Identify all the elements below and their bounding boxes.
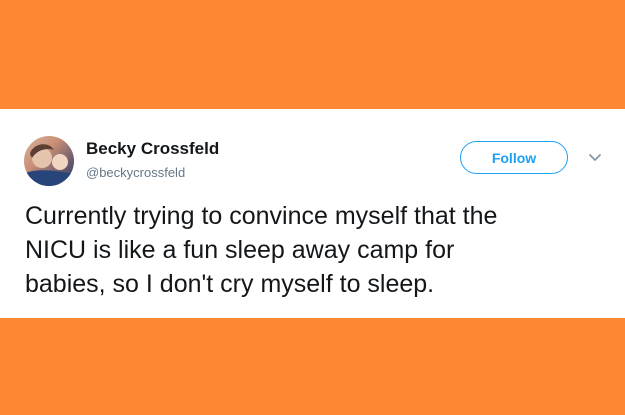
page-background: Becky Crossfeld @beckycrossfeld Follow C… bbox=[0, 0, 625, 415]
chevron-down-icon[interactable] bbox=[588, 153, 602, 163]
tweet-card: Becky Crossfeld @beckycrossfeld Follow C… bbox=[0, 109, 625, 318]
author-handle[interactable]: @beckycrossfeld bbox=[86, 165, 185, 180]
follow-button[interactable]: Follow bbox=[460, 141, 568, 174]
author-display-name[interactable]: Becky Crossfeld bbox=[86, 139, 219, 159]
tweet-text: Currently trying to convince myself that… bbox=[25, 202, 498, 298]
profile-photo-icon bbox=[24, 144, 74, 186]
avatar[interactable] bbox=[24, 136, 74, 186]
